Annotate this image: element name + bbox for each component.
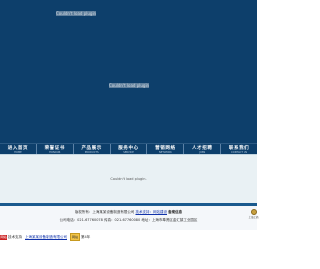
- footer-tech-link[interactable]: 技术支持：网站建设: [136, 210, 168, 214]
- trust-badge-label: 上海工商: [248, 216, 259, 219]
- footer-icp[interactable]: 备案信息: [168, 210, 182, 214]
- plugin-placeholder-mid: Couldn't load plugin.: [109, 83, 149, 88]
- plugin-error-message: Couldn't load plugin.: [110, 177, 147, 181]
- years-badge-suffix: 第4年: [81, 234, 91, 239]
- years-badge[interactable]: 网站: [70, 233, 81, 241]
- site-logo-icon: 网站: [0, 234, 7, 240]
- bottom-bar: 网站 技术支持 上海某某设备制造有限公司 网站 第4年: [0, 232, 257, 242]
- plugin-placeholder-top: Couldn't load plugin.: [56, 11, 96, 16]
- bottom-bar-company-link[interactable]: 上海某某设备制造有限公司: [25, 235, 67, 240]
- footer-copyright: 版权所有：上海某某设备制造有限公司: [74, 210, 135, 214]
- footer-copyright-line: 版权所有：上海某某设备制造有限公司 技术支持：网站建设 备案信息: [0, 210, 257, 215]
- footer-contact-line: 公司电话：021-67760078 传真：021-67760080 地址：上海市…: [59, 218, 198, 222]
- bottom-bar-label: 技术支持: [8, 234, 22, 239]
- plugin-content-area: Couldn't load plugin.: [0, 154, 257, 204]
- footer: 版权所有：上海某某设备制造有限公司 技术支持：网站建设 备案信息 公司电话：02…: [0, 206, 259, 230]
- hero-banner: Couldn't load plugin. Couldn't load plug…: [0, 0, 257, 143]
- footer-trust-badge[interactable]: 上海工商: [248, 209, 259, 221]
